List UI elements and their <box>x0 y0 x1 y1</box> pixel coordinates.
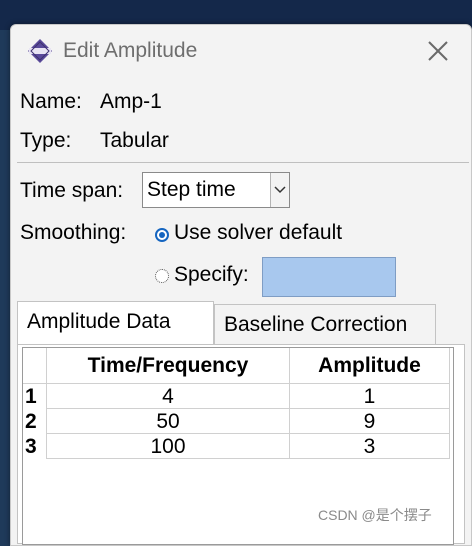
specify-label[interactable]: Specify: <box>174 263 249 287</box>
name-value: Amp-1 <box>100 90 162 113</box>
table-cell[interactable]: 100 <box>47 434 290 459</box>
chevron-down-icon <box>274 186 286 194</box>
table-cell[interactable]: 50 <box>47 409 290 434</box>
type-label: Type: <box>20 129 72 152</box>
time-span-select[interactable]: Step time <box>142 172 290 208</box>
dialog-title: Edit Amplitude <box>63 39 198 62</box>
radio-use-solver-default[interactable] <box>155 228 169 242</box>
time-span-value: Step time <box>147 178 236 201</box>
column-header-time-frequency[interactable]: Time/Frequency <box>47 348 290 384</box>
close-icon[interactable] <box>421 35 455 67</box>
dialog-titlebar: Edit Amplitude <box>11 25 471 77</box>
table-cell[interactable]: 3 <box>290 434 450 459</box>
separator <box>17 162 469 163</box>
table-corner <box>23 348 47 384</box>
watermark-text: CSDN @是个摆子 <box>318 507 432 523</box>
table-cell[interactable]: 4 <box>47 384 290 409</box>
smoothing-label: Smoothing: <box>20 221 127 244</box>
table-cell[interactable]: 9 <box>290 409 450 434</box>
type-value: Tabular <box>100 129 169 152</box>
row-number[interactable]: 3 <box>23 434 47 459</box>
dropdown-button[interactable] <box>270 173 289 207</box>
edit-amplitude-dialog: Edit Amplitude Name: Amp-1 Type: Tabular… <box>10 24 472 546</box>
row-number[interactable]: 1 <box>23 384 47 409</box>
column-header-amplitude[interactable]: Amplitude <box>290 348 450 384</box>
time-span-label: Time span: <box>20 179 124 202</box>
specify-input[interactable] <box>262 257 396 297</box>
tab-baseline-correction[interactable]: Baseline Correction <box>214 304 436 345</box>
name-label: Name: <box>20 90 82 113</box>
use-solver-default-label[interactable]: Use solver default <box>174 221 342 245</box>
table-cell[interactable]: 1 <box>290 384 450 409</box>
row-number[interactable]: 2 <box>23 409 47 434</box>
radio-specify[interactable] <box>155 269 169 283</box>
tab-amplitude-data[interactable]: Amplitude Data <box>17 301 214 345</box>
abaqus-diamond-icon <box>28 39 52 63</box>
